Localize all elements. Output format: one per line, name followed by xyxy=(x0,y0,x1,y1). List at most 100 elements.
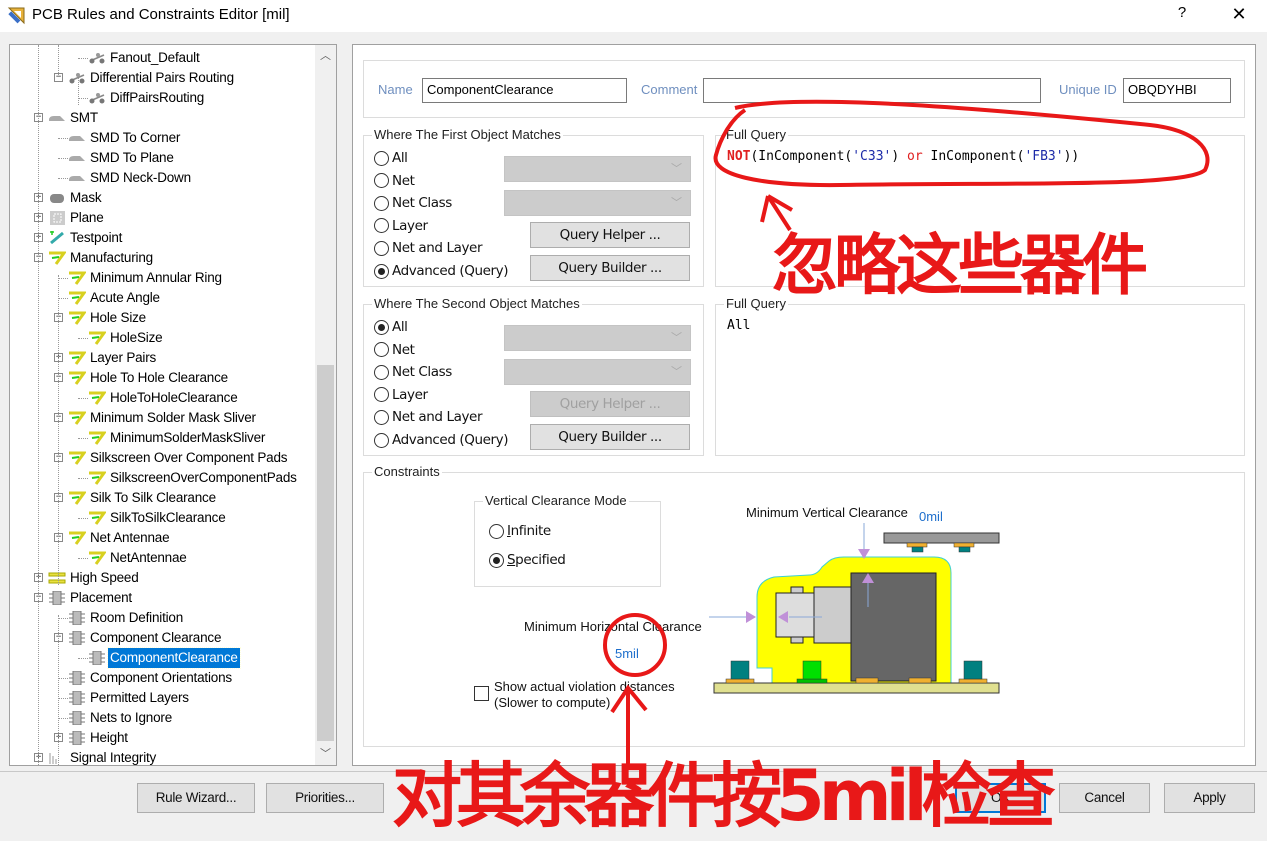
radio-button[interactable] xyxy=(374,150,389,166)
first-full-query-text[interactable]: NOT(InComponent('C33') or InComponent('F… xyxy=(727,149,1079,164)
connector-flange xyxy=(790,636,804,644)
manufacturing-icon xyxy=(68,311,87,326)
radio-button[interactable] xyxy=(374,195,389,211)
tree-item[interactable]: Permitted Layers xyxy=(58,688,191,708)
help-button[interactable]: ? xyxy=(1172,4,1192,26)
tree-item[interactable]: + Height xyxy=(54,728,130,748)
tree-item[interactable]: HoleSize xyxy=(78,328,164,348)
tree-item[interactable]: − SMT xyxy=(34,108,100,128)
tree-item[interactable]: DiffPairsRouting xyxy=(78,88,206,108)
scroll-thumb[interactable] xyxy=(317,365,334,741)
manufacturing-icon xyxy=(68,531,87,546)
second-query-helper-button[interactable]: Query Helper ... xyxy=(530,391,690,417)
tree-item[interactable]: − Net Antennae xyxy=(54,528,171,548)
tree-item[interactable]: + Signal Integrity xyxy=(34,748,158,765)
scroll-down-icon[interactable]: ﹀ xyxy=(315,743,336,765)
tree-item[interactable]: Acute Angle xyxy=(58,288,162,308)
second-radio-all[interactable]: All xyxy=(374,317,408,337)
tree-item[interactable]: HoleToHoleClearance xyxy=(78,388,240,408)
cancel-button[interactable]: Cancel xyxy=(1059,783,1150,813)
radio-button[interactable] xyxy=(374,409,389,425)
radio-button[interactable] xyxy=(489,523,504,539)
tree-item[interactable]: − Silk To Silk Clearance xyxy=(54,488,218,508)
name-input[interactable]: ComponentClearance xyxy=(422,78,627,103)
radio-infinite[interactable]: Infinite xyxy=(489,521,551,541)
second-radio-net-and-layer[interactable]: Net and Layer xyxy=(374,407,483,427)
tree-item[interactable]: − Placement xyxy=(34,588,134,608)
second-full-query-text[interactable]: All xyxy=(727,318,750,333)
second-radio-net[interactable]: Net xyxy=(374,340,415,360)
first-query-helper-button[interactable]: Query Helper ... xyxy=(530,222,690,248)
tree-item[interactable]: − Manufacturing xyxy=(34,248,155,268)
radio-button[interactable] xyxy=(374,319,389,335)
tree-item-label: Placement xyxy=(70,590,132,605)
radio-button[interactable] xyxy=(374,364,389,380)
radio-button[interactable] xyxy=(374,240,389,256)
radio-button[interactable] xyxy=(374,263,389,279)
apply-button[interactable]: Apply xyxy=(1164,783,1255,813)
tree-item[interactable]: − Silkscreen Over Component Pads xyxy=(54,448,289,468)
radio-label: Net Class xyxy=(392,364,452,381)
tree-item[interactable]: + Plane xyxy=(34,208,106,228)
rule-wizard-button[interactable]: Rule Wizard... xyxy=(137,783,255,813)
tree-item[interactable]: − Hole Size xyxy=(54,308,148,328)
radio-button[interactable] xyxy=(489,552,504,568)
scroll-up-icon[interactable]: ︿ xyxy=(315,45,336,67)
tree-item[interactable]: + Mask xyxy=(34,188,103,208)
second-radio-net-class[interactable]: Net Class xyxy=(374,362,452,382)
tree-item[interactable]: SMD To Corner xyxy=(58,128,182,148)
tree-item[interactable]: Nets to Ignore xyxy=(58,708,174,728)
tree-item[interactable]: − Hole To Hole Clearance xyxy=(54,368,230,388)
min-horizontal-value[interactable]: 5mil xyxy=(615,646,639,661)
tree-item-label: Silk To Silk Clearance xyxy=(90,490,216,505)
tree-item[interactable]: − Minimum Solder Mask Sliver xyxy=(54,408,258,428)
tree-item[interactable]: MinimumSolderMaskSliver xyxy=(78,428,267,448)
second-radio-layer[interactable]: Layer xyxy=(374,385,428,405)
tree-item[interactable]: Room Definition xyxy=(58,608,185,628)
tree-item[interactable]: + Layer Pairs xyxy=(54,348,158,368)
tree-item[interactable]: Component Orientations xyxy=(58,668,234,688)
second-radio-advanced-query[interactable]: Advanced (Query) xyxy=(374,430,509,450)
rules-tree[interactable]: Fanout_Default − Differential Pairs Routin… xyxy=(9,44,337,766)
tree-item[interactable]: SMD To Plane xyxy=(58,148,176,168)
unique-id-input[interactable]: OBQDYHBI xyxy=(1123,78,1231,103)
second-net-combo[interactable]: ﹀ xyxy=(504,325,691,351)
first-radio-net[interactable]: Net xyxy=(374,171,415,191)
show-violation-checkbox[interactable] xyxy=(474,686,489,701)
comment-input[interactable] xyxy=(703,78,1041,103)
tree-item[interactable]: NetAntennae xyxy=(78,548,189,568)
first-radio-net-and-layer[interactable]: Net and Layer xyxy=(374,238,483,258)
tree-scrollbar[interactable]: ︿ ﹀ xyxy=(315,45,336,765)
radio-button[interactable] xyxy=(374,342,389,358)
second-query-builder-button[interactable]: Query Builder ... xyxy=(530,424,690,450)
radio-button[interactable] xyxy=(374,173,389,189)
radio-button[interactable] xyxy=(374,432,389,448)
tree-item[interactable]: + Testpoint xyxy=(34,228,124,248)
first-net-combo[interactable]: ﹀ xyxy=(504,156,691,182)
tree-item[interactable]: Fanout_Default xyxy=(78,48,202,68)
close-button[interactable]: ✕ xyxy=(1226,4,1252,26)
tree-item[interactable]: Minimum Annular Ring xyxy=(58,268,224,288)
first-radio-net-class[interactable]: Net Class xyxy=(374,193,452,213)
priorities-button[interactable]: Priorities... xyxy=(266,783,384,813)
min-vertical-value[interactable]: 0mil xyxy=(919,509,943,524)
radio-specified[interactable]: Specified xyxy=(489,550,566,570)
second-netclass-combo[interactable]: ﹀ xyxy=(504,359,691,385)
tree-item[interactable]: SMD Neck-Down xyxy=(58,168,193,188)
first-radio-layer[interactable]: Layer xyxy=(374,216,428,236)
tree-item[interactable]: ComponentClearance xyxy=(78,647,241,669)
first-radio-advanced-query[interactable]: Advanced (Query) xyxy=(374,261,509,281)
radio-button[interactable] xyxy=(374,218,389,234)
tree-item[interactable]: + High Speed xyxy=(34,568,141,588)
query-fragment: InComponent( xyxy=(922,149,1025,164)
tree-item[interactable]: − Differential Pairs Routing xyxy=(54,68,236,88)
first-query-builder-button[interactable]: Query Builder ... xyxy=(530,255,690,281)
tree-item[interactable]: SilkscreenOverComponentPads xyxy=(78,468,299,488)
first-netclass-combo[interactable]: ﹀ xyxy=(504,190,691,216)
radio-button[interactable] xyxy=(374,387,389,403)
chevron-down-icon: ﹀ xyxy=(671,163,682,175)
tree-item[interactable]: − Component Clearance xyxy=(54,628,223,648)
tree-item[interactable]: SilkToSilkClearance xyxy=(78,508,228,528)
constraints-title: Constraints xyxy=(372,464,442,479)
first-radio-all[interactable]: All xyxy=(374,148,408,168)
